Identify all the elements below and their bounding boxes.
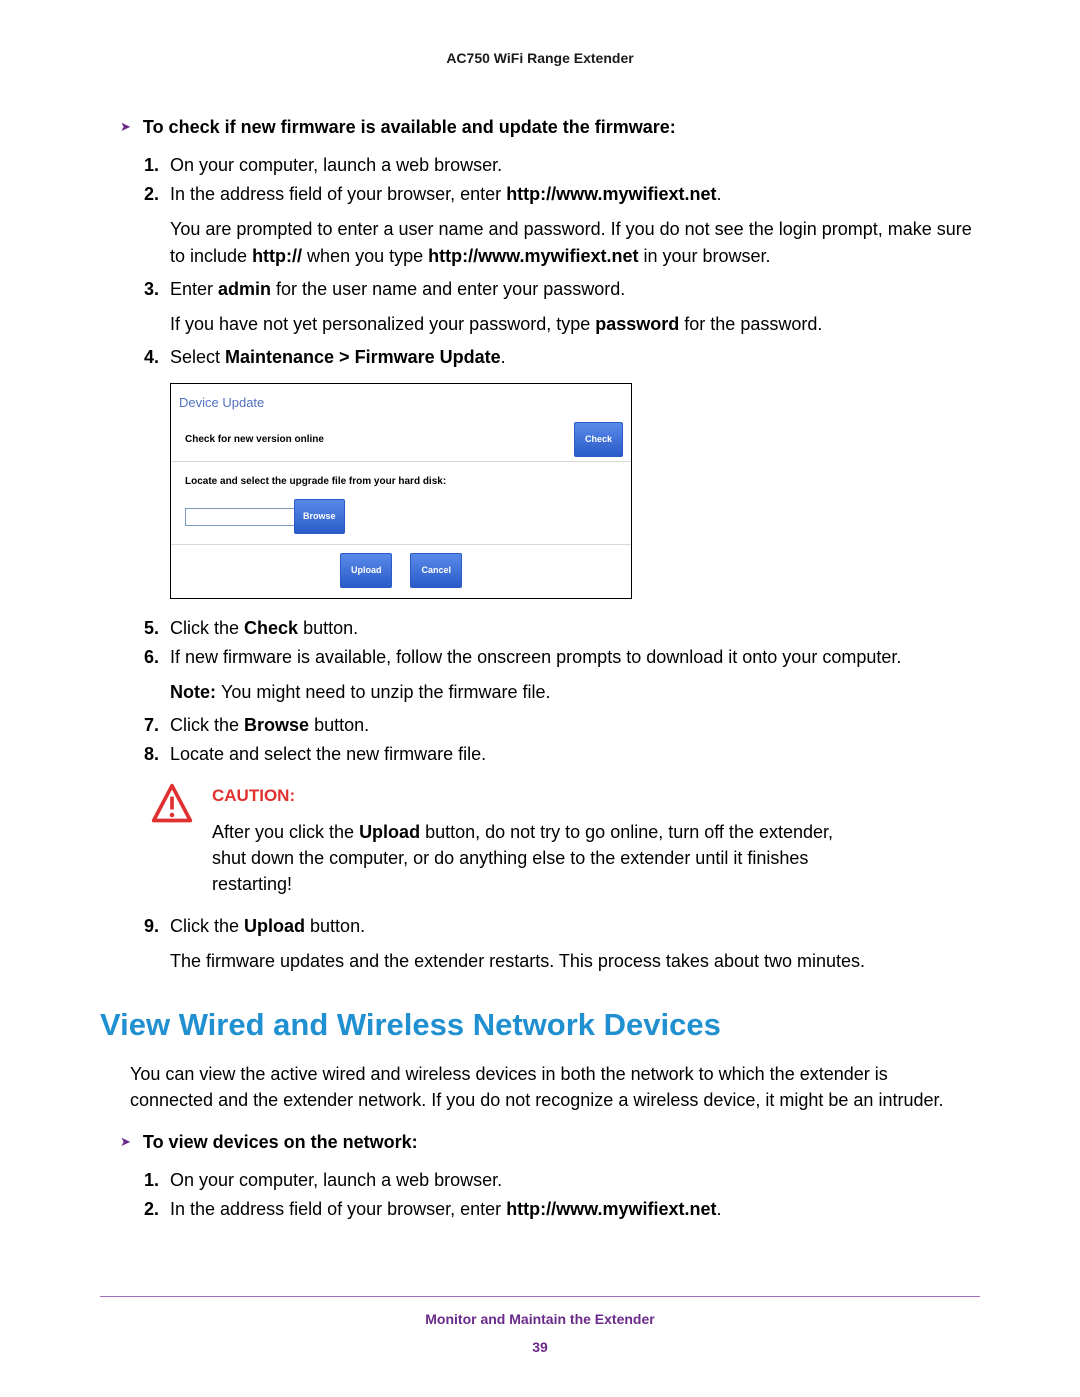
upload-button[interactable]: Upload (340, 553, 393, 588)
step-text: In the address field of your browser, en… (170, 1196, 980, 1223)
task-heading-firmware: ➤ To check if new firmware is available … (120, 116, 980, 138)
footer-section-title: Monitor and Maintain the Extender (100, 1311, 980, 1327)
step-number: 6. (144, 644, 159, 671)
cancel-button[interactable]: Cancel (410, 553, 462, 588)
step-text: Click the Browse button. (170, 712, 980, 739)
step-text: Click the Upload button. (170, 913, 980, 940)
step-text: In the address field of your browser, en… (170, 181, 980, 208)
step-paragraph: You are prompted to enter a user name an… (170, 216, 980, 270)
page-footer: Monitor and Maintain the Extender 39 (100, 1296, 980, 1355)
footer-page-number: 39 (100, 1339, 980, 1355)
task-arrow-icon: ➤ (120, 1131, 131, 1153)
section-heading: View Wired and Wireless Network Devices (100, 1007, 980, 1043)
step-number: 2. (144, 1196, 159, 1223)
panel-title: Device Update (171, 384, 631, 419)
step-text: Select Maintenance > Firmware Update. (170, 344, 980, 371)
check-button[interactable]: Check (574, 422, 623, 457)
note: Note: You might need to unzip the firmwa… (170, 679, 980, 706)
step-text: On your computer, launch a web browser. (170, 1167, 980, 1194)
file-path-input[interactable] (185, 508, 295, 526)
task-title: To view devices on the network: (143, 1131, 418, 1153)
step-number: 9. (144, 913, 159, 940)
task-title: To check if new firmware is available an… (143, 116, 676, 138)
step-paragraph: The firmware updates and the extender re… (170, 948, 980, 975)
task-heading-view-devices: ➤ To view devices on the network: (120, 1131, 980, 1153)
footer-rule (100, 1296, 980, 1297)
step-number: 1. (144, 1167, 159, 1194)
step-number: 3. (144, 276, 159, 303)
step-text: Click the Check button. (170, 615, 980, 642)
check-online-label: Check for new version online (185, 426, 574, 453)
steps-list-1: 1. On your computer, launch a web browse… (170, 152, 980, 975)
section-paragraph: You can view the active wired and wirele… (130, 1061, 970, 1113)
browse-button[interactable]: Browse (294, 499, 345, 534)
step-text: Locate and select the new firmware file. (170, 741, 980, 768)
step-number: 5. (144, 615, 159, 642)
step-text: Enter admin for the user name and enter … (170, 276, 980, 303)
caution-title: CAUTION: (212, 782, 840, 809)
warning-icon (150, 782, 194, 834)
step-number: 8. (144, 741, 159, 768)
step-number: 2. (144, 181, 159, 208)
page-header: AC750 WiFi Range Extender (100, 50, 980, 66)
task-arrow-icon: ➤ (120, 116, 131, 138)
caution-block: CAUTION: After you click the Upload butt… (150, 782, 980, 897)
steps-list-2: 1. On your computer, launch a web browse… (170, 1167, 980, 1223)
step-text: If new firmware is available, follow the… (170, 644, 980, 671)
locate-file-label: Locate and select the upgrade file from … (171, 462, 631, 499)
step-number: 4. (144, 344, 159, 371)
step-paragraph: If you have not yet personalized your pa… (170, 311, 980, 338)
device-update-screenshot: Device Update Check for new version onli… (170, 383, 632, 599)
step-text: On your computer, launch a web browser. (170, 152, 980, 179)
step-number: 1. (144, 152, 159, 179)
caution-text: After you click the Upload button, do no… (212, 819, 840, 897)
step-number: 7. (144, 712, 159, 739)
